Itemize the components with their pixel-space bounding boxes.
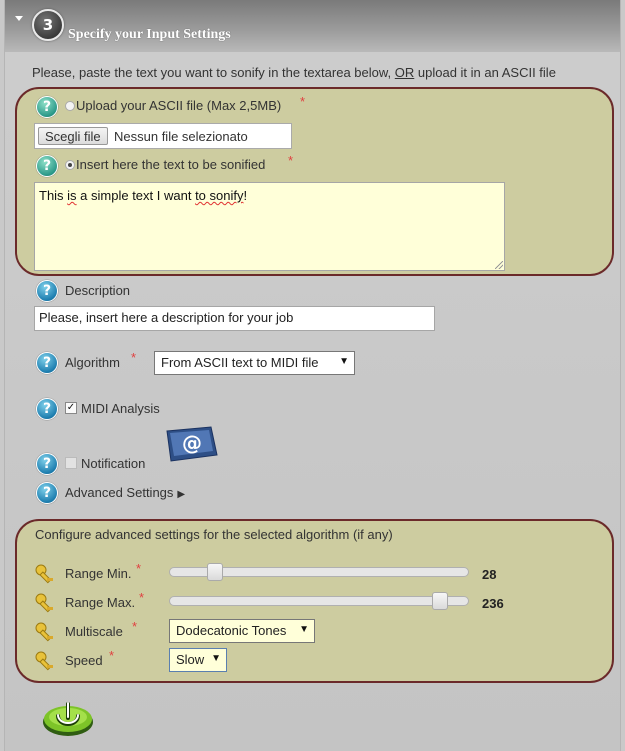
settings-panel: 3 Specify your Input Settings Please, pa… <box>4 0 621 751</box>
upload-radio-label: Upload your ASCII file (Max 2,5MB) <box>76 98 282 113</box>
required-marker: * <box>131 350 137 365</box>
speed-select[interactable]: Slow ▼ <box>169 648 227 672</box>
resize-grip[interactable] <box>495 261 503 269</box>
svg-text:@: @ <box>182 431 202 455</box>
dropdown-arrow-icon: ▼ <box>339 356 349 367</box>
email-at-icon: @ <box>166 426 218 462</box>
dropdown-arrow-icon: ▼ <box>211 653 221 664</box>
multiscale-label: Multiscale <box>65 624 123 639</box>
multiscale-select[interactable]: Dodecatonic Tones ▼ <box>169 619 315 643</box>
advanced-settings-toggle[interactable]: Advanced Settings ▶ <box>65 485 185 500</box>
power-icon[interactable] <box>41 696 95 738</box>
textarea-text: This <box>39 188 68 203</box>
key-icon <box>35 622 53 642</box>
help-icon[interactable]: ? <box>36 96 58 118</box>
description-input[interactable]: Please, insert here a description for yo… <box>34 306 435 331</box>
help-icon[interactable]: ? <box>36 352 58 374</box>
required-marker: * <box>300 94 306 109</box>
notification-checkbox[interactable] <box>65 457 77 469</box>
file-upload-field[interactable]: Scegli file Nessun file selezionato <box>34 123 292 149</box>
help-icon[interactable]: ? <box>36 398 58 420</box>
midi-analysis-label: MIDI Analysis <box>81 401 160 416</box>
section-title: Specify your Input Settings <box>68 27 231 42</box>
dropdown-arrow-icon: ▼ <box>299 624 309 635</box>
intro-text: Please, paste the text you want to sonif… <box>32 65 556 80</box>
choose-file-button[interactable]: Scegli file <box>38 127 108 145</box>
intro-text-start: Please, paste the text you want to sonif… <box>32 65 395 80</box>
range-max-slider-handle[interactable] <box>432 592 448 610</box>
sonify-textarea[interactable]: This is a simple text I want to sonify! <box>34 182 505 271</box>
required-marker: * <box>288 153 294 168</box>
upload-radio[interactable] <box>65 101 75 111</box>
required-marker: * <box>139 590 145 605</box>
key-icon <box>35 564 53 584</box>
range-max-slider[interactable] <box>169 592 469 610</box>
algorithm-selected-value: From ASCII text to MIDI file <box>161 355 319 370</box>
range-min-label: Range Min. <box>65 566 132 581</box>
notification-label: Notification <box>81 456 146 471</box>
textarea-text: ! <box>243 188 248 203</box>
expand-arrow-icon: ▶ <box>177 489 186 500</box>
algorithm-label: Algorithm <box>65 355 120 370</box>
key-icon <box>35 593 53 613</box>
textarea-text: to sonify <box>195 188 244 203</box>
intro-text-end: upload it in an ASCII file <box>414 65 556 80</box>
insert-text-label: Insert here the text to be sonified <box>76 157 266 172</box>
help-icon[interactable]: ? <box>36 482 58 504</box>
range-max-label: Range Max. <box>65 595 136 610</box>
help-icon[interactable]: ? <box>36 453 58 475</box>
required-marker: * <box>109 648 115 663</box>
advanced-settings-label: Advanced Settings <box>65 485 174 500</box>
speed-selected-value: Slow <box>176 652 205 667</box>
midi-analysis-checkbox[interactable]: ✓ <box>65 402 77 414</box>
required-marker: * <box>132 619 138 634</box>
file-status-text: Nessun file selezionato <box>114 129 248 144</box>
textarea-text: a simple text I want <box>76 188 196 203</box>
help-icon[interactable]: ? <box>36 280 58 302</box>
key-icon <box>35 651 53 671</box>
multiscale-selected-value: Dodecatonic Tones <box>176 623 287 638</box>
range-max-value: 236 <box>482 596 504 611</box>
range-min-slider-handle[interactable] <box>207 563 223 581</box>
step-number-icon: 3 <box>32 9 64 41</box>
insert-text-radio[interactable] <box>65 160 75 170</box>
speed-label: Speed <box>65 653 103 668</box>
textarea-text: is <box>67 188 77 203</box>
required-marker: * <box>136 561 142 576</box>
intro-or: OR <box>394 65 415 80</box>
range-min-value: 28 <box>482 567 497 582</box>
collapse-arrow-icon[interactable] <box>15 16 23 21</box>
algorithm-select[interactable]: From ASCII text to MIDI file ▼ <box>154 351 355 375</box>
help-icon[interactable]: ? <box>36 155 58 177</box>
range-min-slider[interactable] <box>169 563 469 581</box>
section-header[interactable]: 3 Specify your Input Settings <box>5 0 620 52</box>
advanced-box-title: Configure advanced settings for the sele… <box>35 527 393 542</box>
description-label: Description <box>65 283 131 298</box>
